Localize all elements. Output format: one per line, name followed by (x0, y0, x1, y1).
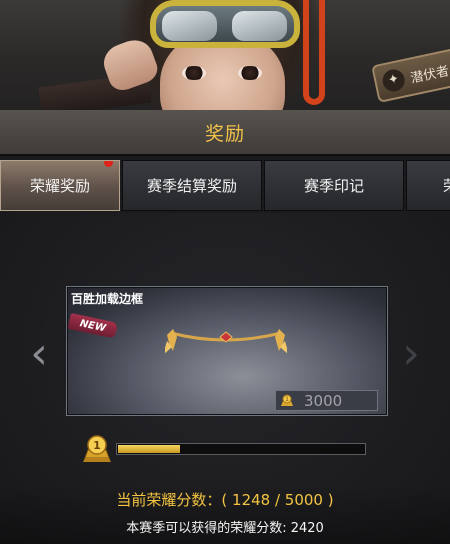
current-honor-score: 当前荣耀分数：( 1248 / 5000 ) (116, 491, 334, 509)
tab-label: 荣耀奖励 (29, 177, 90, 195)
price-value: 3000 (304, 391, 343, 410)
tab-honor-overflow[interactable]: 荣 (406, 160, 450, 211)
svg-text:1: 1 (285, 396, 289, 403)
honor-progress-bar (116, 443, 366, 455)
reward-name: 百胜加载边框 (71, 292, 144, 306)
honor-progress-fill (118, 445, 180, 453)
page-title: 奖励 (204, 122, 245, 145)
ambush-badge-label: 潜伏者 (409, 63, 450, 87)
tab-season-marks[interactable]: 赛季印记 (264, 160, 404, 211)
notification-dot (104, 161, 113, 167)
goggle-lens (162, 11, 217, 41)
tab-label: 荣 (443, 175, 450, 196)
new-label: NEW (78, 317, 107, 334)
reward-tabs: 荣耀奖励 赛季结算奖励 赛季印记 荣 (0, 160, 450, 211)
tab-season-settlement-rewards[interactable]: 赛季结算奖励 (122, 160, 262, 211)
ambush-badge[interactable]: ✦ 潜伏者 (371, 45, 450, 103)
price-box: 1 3000 (275, 390, 378, 411)
character-snorkel (303, 0, 325, 105)
tab-honor-rewards[interactable]: 荣耀奖励 (0, 160, 120, 211)
reward-card[interactable]: 百胜加载边框 NEW 1 3000 (66, 286, 388, 416)
honor-level-icon: 1 (83, 435, 111, 462)
title-bar: 奖励 (0, 110, 450, 156)
hero-banner: ✦ 潜伏者 (0, 0, 450, 110)
honor-coin-icon: 1 (276, 391, 298, 410)
goggle-lens (232, 11, 287, 41)
character-eye-left (182, 66, 206, 80)
new-ribbon: NEW (67, 313, 118, 339)
season-obtainable-score: 本赛季可以获得的荣耀分数: 2420 (126, 521, 324, 536)
prev-arrow-icon[interactable]: ‹ (28, 332, 50, 376)
honor-level-value: 1 (93, 439, 101, 452)
character-eye-right (238, 66, 262, 80)
loading-frame-icon (165, 329, 287, 354)
paw-icon: ✦ (380, 67, 407, 94)
tab-label: 赛季结算奖励 (146, 177, 237, 195)
tab-label: 赛季印记 (303, 177, 364, 195)
next-arrow-icon[interactable]: › (400, 332, 422, 376)
character-goggles (150, 0, 300, 48)
